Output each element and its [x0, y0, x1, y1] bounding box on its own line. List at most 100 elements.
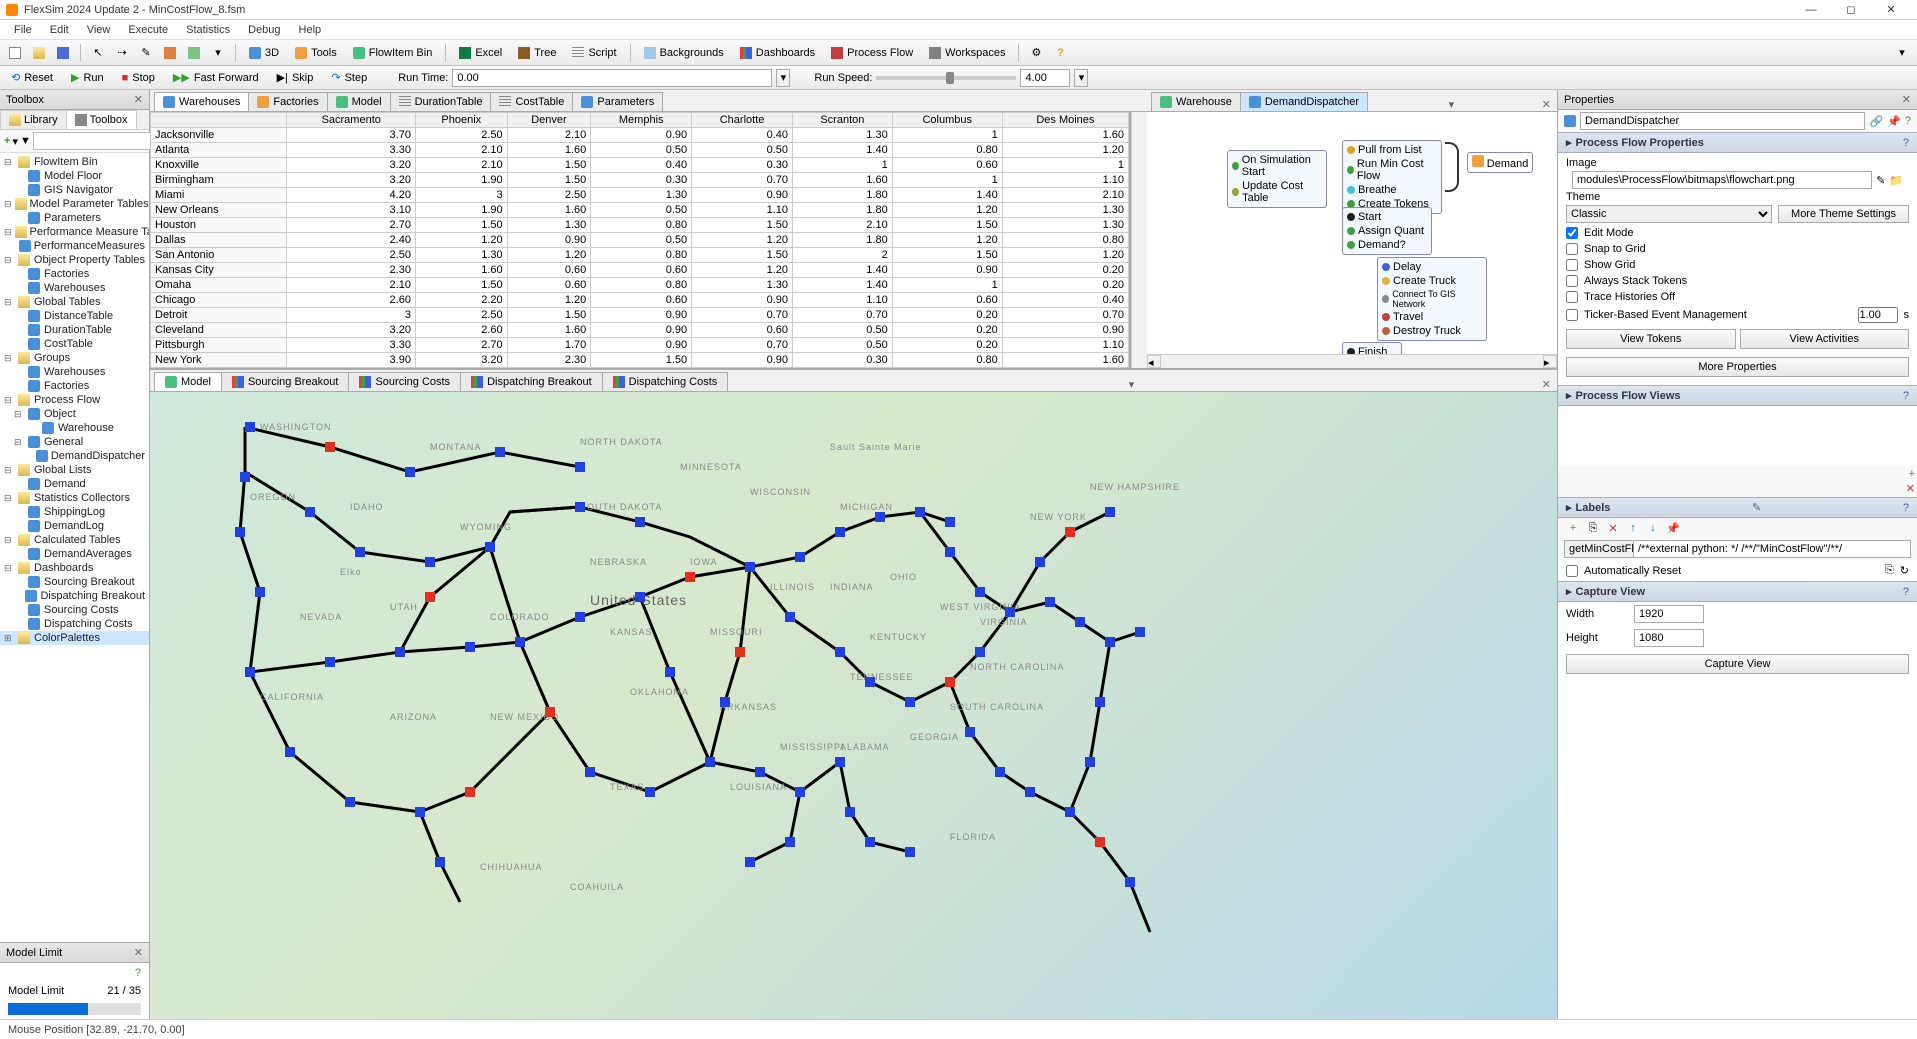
map-node[interactable]: [1025, 787, 1035, 797]
pf-tab-warehouse[interactable]: Warehouse: [1151, 92, 1241, 111]
dropdown-button[interactable]: ▾: [1891, 42, 1913, 64]
map-node[interactable]: [745, 562, 755, 572]
map-node[interactable]: [795, 787, 805, 797]
section-pf-props[interactable]: Process Flow Properties: [1576, 137, 1704, 149]
label-dup-icon[interactable]: ⎘: [1584, 520, 1602, 536]
tools-button[interactable]: Tools: [288, 42, 344, 64]
map-node[interactable]: [405, 467, 415, 477]
script-button[interactable]: Script: [565, 42, 623, 64]
edit-tool[interactable]: ✎: [135, 42, 157, 64]
map-node[interactable]: [720, 697, 730, 707]
pf-group-simstart[interactable]: On Simulation Start Update Cost Table: [1227, 150, 1327, 208]
label-pin-icon[interactable]: 📌: [1664, 520, 1682, 536]
tree-item[interactable]: ⊟Global Tables: [0, 295, 149, 309]
map-node[interactable]: [1075, 617, 1085, 627]
map-node[interactable]: [255, 587, 265, 597]
map-node[interactable]: [465, 787, 475, 797]
theme-select[interactable]: Classic: [1566, 205, 1772, 223]
more-tool[interactable]: ▾: [207, 42, 229, 64]
map-node[interactable]: [1065, 807, 1075, 817]
object-name-input[interactable]: [1580, 112, 1865, 130]
map-node[interactable]: [305, 507, 315, 517]
map-node[interactable]: [395, 647, 405, 657]
map-node[interactable]: [995, 767, 1005, 777]
excel-button[interactable]: Excel: [452, 42, 509, 64]
pin-icon[interactable]: 📌: [1887, 115, 1901, 128]
map-node[interactable]: [1105, 507, 1115, 517]
tree-item[interactable]: Factories: [0, 267, 149, 281]
tree-item[interactable]: Warehouses: [0, 281, 149, 295]
pointer-tool[interactable]: ↖: [87, 42, 109, 64]
add-item-button[interactable]: +: [4, 132, 10, 150]
open-file-button[interactable]: [28, 42, 50, 64]
fast-forward-button[interactable]: ▶▶Fast Forward: [166, 68, 266, 88]
data-tab-parameters[interactable]: Parameters: [572, 92, 663, 111]
tree-item[interactable]: GIS Navigator: [0, 183, 149, 197]
maximize-button[interactable]: ◻: [1831, 1, 1871, 19]
tree-item[interactable]: Parameters: [0, 211, 149, 225]
ticker-value-input[interactable]: [1858, 307, 1898, 323]
auto-reset-icon[interactable]: ⎘: [1885, 564, 1894, 577]
pf-group-truck[interactable]: Delay Create Truck Connect To GIS Networ…: [1377, 257, 1487, 341]
map-dropdown-icon[interactable]: ▾: [1123, 378, 1141, 391]
edit-icon[interactable]: ✎: [1876, 174, 1885, 187]
map-node[interactable]: [735, 647, 745, 657]
data-tab-factories[interactable]: Factories: [248, 92, 327, 111]
tree-item[interactable]: ⊟Calculated Tables: [0, 533, 149, 547]
map-node[interactable]: [585, 767, 595, 777]
map-node[interactable]: [325, 442, 335, 452]
color-tool[interactable]: [159, 42, 181, 64]
map-node[interactable]: [785, 612, 795, 622]
capture-height-input[interactable]: [1634, 629, 1704, 647]
map-node[interactable]: [245, 422, 255, 432]
tree-item[interactable]: ShippingLog: [0, 505, 149, 519]
data-tab-warehouses[interactable]: Warehouses: [154, 92, 249, 111]
pf-group-pull[interactable]: Pull from List Run Min Cost Flow Breathe…: [1342, 140, 1442, 214]
map-node[interactable]: [965, 727, 975, 737]
toolbox-close-icon[interactable]: ✕: [134, 93, 143, 106]
map-node[interactable]: [495, 447, 505, 457]
runspeed-dropdown[interactable]: ▾: [1074, 69, 1088, 87]
tree-item[interactable]: PerformanceMeasures: [0, 239, 149, 253]
data-tab-costtable[interactable]: CostTable: [490, 92, 573, 111]
map-node[interactable]: [785, 837, 795, 847]
map-node[interactable]: [845, 807, 855, 817]
view-tokens-button[interactable]: View Tokens: [1566, 329, 1736, 349]
map-node[interactable]: [575, 502, 585, 512]
data-tab-durationtable[interactable]: DurationTable: [390, 92, 492, 111]
map-node[interactable]: [575, 612, 585, 622]
tree-item[interactable]: DemandAverages: [0, 547, 149, 561]
map-node[interactable]: [635, 592, 645, 602]
map-tab-dispatching-costs[interactable]: Dispatching Costs: [602, 372, 729, 391]
add-item-dd[interactable]: ▾: [12, 132, 18, 150]
help-button[interactable]: ?: [1049, 42, 1071, 64]
map-node[interactable]: [1135, 627, 1145, 637]
map-node[interactable]: [945, 547, 955, 557]
map-node[interactable]: [1005, 607, 1015, 617]
section-capture-view[interactable]: Capture View: [1576, 586, 1646, 598]
tree-item[interactable]: Warehouse: [0, 421, 149, 435]
toolbox-tree[interactable]: ⊟FlowItem BinModel FloorGIS Navigator⊟Mo…: [0, 153, 149, 942]
map-view[interactable]: WASHINGTONOREGONMONTANANORTH DAKOTAMINNE…: [150, 392, 1557, 1019]
pf-hscroll[interactable]: ◂ ▸: [1147, 354, 1557, 368]
map-node[interactable]: [425, 557, 435, 567]
scroll-right-icon[interactable]: ▸: [1543, 355, 1557, 368]
speed-slider[interactable]: [876, 76, 1016, 80]
label-value[interactable]: /**external python: */ /**/"MinCostFlow"…: [1634, 540, 1911, 558]
map-node[interactable]: [415, 807, 425, 817]
model-limit-help[interactable]: ?: [8, 967, 141, 979]
tree-item[interactable]: Demand: [0, 477, 149, 491]
check-show-grid[interactable]: [1566, 259, 1578, 271]
pf-group-finish[interactable]: Finish: [1342, 342, 1402, 354]
map-node[interactable]: [515, 637, 525, 647]
dashboards-button[interactable]: Dashboards: [733, 42, 822, 64]
section-pf-views[interactable]: Process Flow Views: [1576, 390, 1681, 402]
tree-item[interactable]: ⊟Model Parameter Tables: [0, 197, 149, 211]
browse-icon[interactable]: 📁: [1889, 174, 1903, 187]
map-node[interactable]: [1065, 527, 1075, 537]
section-labels[interactable]: Labels: [1576, 502, 1611, 514]
pf-group-start[interactable]: Start Assign Quant Demand?: [1342, 207, 1432, 255]
map-node[interactable]: [1045, 597, 1055, 607]
menu-help[interactable]: Help: [291, 22, 330, 38]
tree-button[interactable]: Tree: [511, 42, 563, 64]
